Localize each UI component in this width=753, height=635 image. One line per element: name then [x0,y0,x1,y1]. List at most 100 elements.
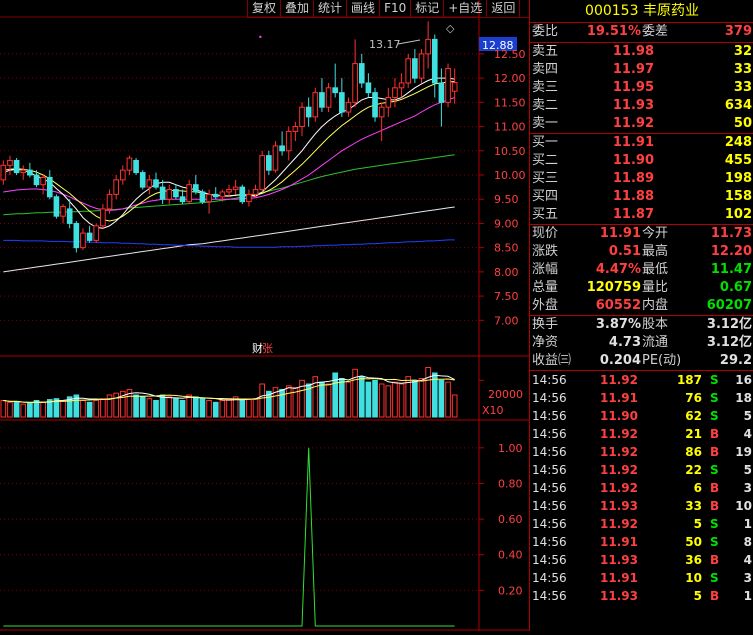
candle-body [372,92,378,118]
candle-body [312,92,319,118]
sell-order-row[interactable]: 卖三 11.95 33 [530,79,753,97]
price-tick-label: 11.00 [494,121,526,134]
candlestick [73,221,80,253]
candlestick [119,165,126,185]
volume-bar [93,400,100,418]
quote-label-2: 最低 [642,262,669,277]
stock-title[interactable]: 000153 丰原药业 [530,0,753,23]
tick-volume: 21 [685,427,702,441]
volume-bar [365,381,372,418]
overlay-button[interactable]: 叠加 [281,0,315,17]
tick-price: 11.92 [600,427,638,441]
sell-order-row[interactable]: 卖二 11.93 634 [530,97,753,115]
order-price: 11.92 [612,116,654,131]
add-watchlist-button[interactable]: +自选 [444,0,488,17]
kline-chart-area[interactable]: 12.50 12.00 11.50 11.00 10.50 10.00 9.50 9.00 8.… [0,0,529,631]
volume-bar [259,383,266,418]
price-tick-label: 8.50 [494,242,519,255]
sell-order-row[interactable]: 卖四 11.97 33 [530,61,753,79]
buy-order-row[interactable]: 买一 11.91 248 [530,134,753,152]
sell-order-row[interactable]: 卖一 11.92 50 [530,115,753,133]
candlestick [113,175,119,200]
statistics-button[interactable]: 统计 [314,0,348,17]
volume-bar [398,383,405,418]
candlestick [86,225,93,243]
quote-label: 涨幅 [532,262,559,277]
candlestick [139,170,146,190]
fund-label: 换手 [532,317,559,332]
draw-line-button[interactable]: 画线 [347,0,381,17]
volume-bar [20,403,27,418]
candlestick [192,175,199,195]
candlestick [319,78,325,113]
tick-time: 14:56 [532,427,567,441]
order-price: 11.98 [612,44,654,59]
candle-body [418,53,425,79]
diamond-icon[interactable]: ◇ [446,22,455,35]
tick-side: B [710,589,720,603]
volume-bar [60,400,66,418]
candle-body [438,82,445,103]
quote-label: 总量 [532,280,559,295]
volume-unit-label: X10 [482,404,504,417]
volume-bar [86,401,93,418]
candle-body [305,106,312,118]
candle-body [93,225,100,241]
buy-order-row[interactable]: 买五 11.87 102 [530,206,753,224]
candle-body [319,92,325,108]
buy-order-row[interactable]: 买二 11.90 455 [530,152,753,170]
volume-axis-label: 20000 [488,388,523,401]
tick-list[interactable]: 14:56 11.92 187 S 16 14:56 11.91 76 S 18 14:56 11.9… [530,371,753,605]
volume-bar [40,401,46,418]
order-level-label: 卖三 [532,80,559,95]
volume-bar [173,398,179,418]
tick-row: 14:56 11.92 22 S 5 [530,461,753,479]
order-volume: 455 [724,153,752,168]
candle-body [192,184,199,193]
tick-count: 3 [743,571,752,585]
fuquan-button[interactable]: 复权 [248,0,282,17]
tick-row: 14:56 11.91 10 S 3 [530,569,753,587]
tick-count: 10 [735,499,752,513]
volume-bar [0,400,7,418]
candle-body [358,63,365,84]
candle-body [86,232,93,241]
candle-body [266,155,272,171]
order-price: 11.88 [612,189,654,204]
quote-value: 11.91 [599,226,641,241]
mark-button[interactable]: 标记 [411,0,445,17]
indicator-tick-label: 0.40 [498,549,523,562]
order-price: 11.95 [612,80,654,95]
kline-chart[interactable]: 12.5012.0011.5011.0010.5010.009.509.008.… [0,0,529,631]
volume-bar [352,368,358,418]
tick-time: 14:56 [532,535,567,549]
quote-label: 涨跌 [532,244,559,259]
buy-order-row[interactable]: 买四 11.88 158 [530,188,753,206]
indicator-line [3,447,455,627]
fundamentals: 换手 3.87% 股本 3.12亿 净资 4.73 流通 3.12亿 收益㈢ 0.204 PE(动)… [530,316,753,371]
back-button[interactable]: 返回 [487,0,521,17]
candlestick [292,121,299,142]
volume-bar [153,400,159,418]
candle-body [113,179,119,195]
tick-volume: 50 [685,535,702,549]
tick-side: S [710,409,719,423]
price-tick-label: 9.50 [494,193,519,206]
candle-body [20,169,27,174]
f10-button[interactable]: F10 [380,0,412,17]
stock-code: 000153 [585,3,639,19]
volume-bar [186,394,192,418]
sell-order-row[interactable]: 卖五 11.98 32 [530,43,753,61]
tick-time: 14:56 [532,589,567,603]
volume-bar [113,392,119,418]
volume-bar [285,385,292,418]
tick-row: 14:56 11.92 187 S 16 [530,371,753,389]
buy-order-row[interactable]: 买三 11.89 198 [530,170,753,188]
volume-bar [252,398,259,418]
volume-bar [179,400,186,418]
quote-value-2: 0.67 [719,280,752,295]
candlestick [53,194,60,219]
volume-bar [7,401,13,418]
candlestick [146,175,153,195]
candlestick [179,189,186,205]
